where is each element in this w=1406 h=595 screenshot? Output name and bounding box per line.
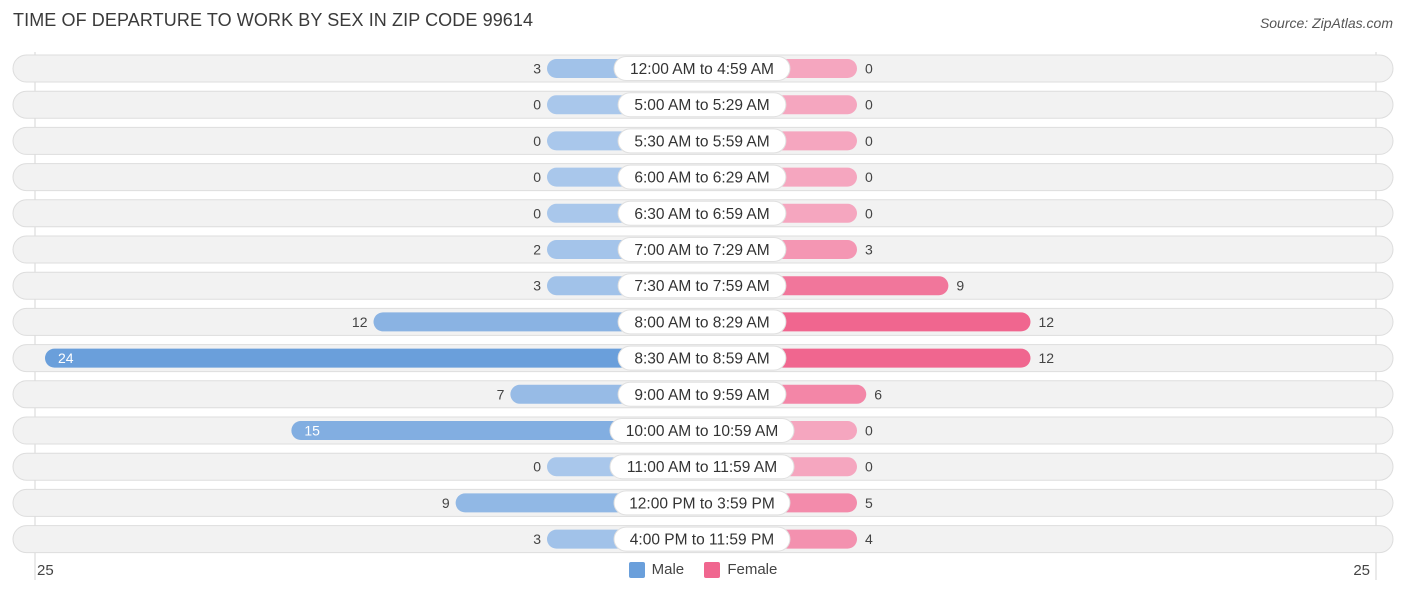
- category-label: 12:00 AM to 4:59 AM: [630, 61, 774, 78]
- category-label: 11:00 AM to 11:59 AM: [627, 459, 777, 476]
- data-label-female: 12: [1039, 314, 1055, 330]
- category-label: 5:30 AM to 5:59 AM: [634, 133, 769, 150]
- category-label: 5:00 AM to 5:29 AM: [634, 97, 769, 114]
- data-label-female: 0: [865, 97, 873, 113]
- legend-swatch-male: [628, 561, 645, 578]
- category-label: 6:30 AM to 6:59 AM: [634, 206, 769, 223]
- data-label-male: 9: [442, 495, 450, 511]
- category-label: 8:00 AM to 8:29 AM: [634, 314, 769, 331]
- category-label: 8:30 AM to 8:59 AM: [634, 351, 769, 368]
- data-label-male: 0: [533, 205, 541, 221]
- data-label-male: 0: [533, 133, 541, 149]
- chart-area: 3 0 12:00 AM to 4:59 AM 0 0 5:00 AM to 5:29 A…: [12, 52, 1394, 580]
- data-label-male: 0: [533, 97, 541, 113]
- legend-label-female: Female: [727, 561, 778, 578]
- data-label-female: 0: [865, 169, 873, 185]
- category-label: 9:00 AM to 9:59 AM: [634, 387, 769, 404]
- legend: Male Female: [0, 561, 1406, 582]
- data-label-female: 5: [865, 495, 873, 511]
- data-label-female: 3: [865, 242, 873, 258]
- category-label: 10:00 AM to 10:59 AM: [626, 423, 779, 440]
- data-label-male: 0: [533, 169, 541, 185]
- legend-label-male: Male: [651, 561, 685, 578]
- category-label: 7:00 AM to 7:29 AM: [634, 242, 769, 259]
- data-label-female: 0: [865, 133, 873, 149]
- category-label: 12:00 PM to 3:59 PM: [629, 495, 775, 512]
- data-label-female: 0: [865, 423, 873, 439]
- bar-male: [45, 348, 702, 368]
- legend-swatch-female: [704, 561, 721, 578]
- data-label-male: 3: [533, 61, 541, 77]
- data-label-male: 3: [533, 531, 541, 547]
- category-label: 7:30 AM to 7:59 AM: [634, 278, 769, 295]
- data-label-female: 0: [865, 459, 873, 475]
- data-label-male: 7: [497, 386, 505, 402]
- legend-item-male[interactable]: Male: [628, 561, 685, 578]
- data-label-male: 12: [352, 314, 368, 330]
- data-label-male: 0: [533, 459, 541, 475]
- data-label-female: 12: [1039, 350, 1055, 366]
- data-label-male: 2: [533, 242, 541, 258]
- data-label-male: 15: [304, 423, 320, 439]
- category-label: 6:00 AM to 6:29 AM: [634, 170, 769, 187]
- category-label: 4:00 PM to 11:59 PM: [630, 532, 774, 549]
- data-label-female: 6: [874, 386, 882, 402]
- data-label-male: 3: [533, 278, 541, 294]
- data-label-female: 9: [956, 278, 964, 294]
- data-label-female: 0: [865, 61, 873, 77]
- legend-item-female[interactable]: Female: [704, 561, 777, 578]
- data-label-female: 0: [865, 205, 873, 221]
- data-label-female: 4: [865, 531, 873, 547]
- data-label-male: 24: [58, 350, 74, 366]
